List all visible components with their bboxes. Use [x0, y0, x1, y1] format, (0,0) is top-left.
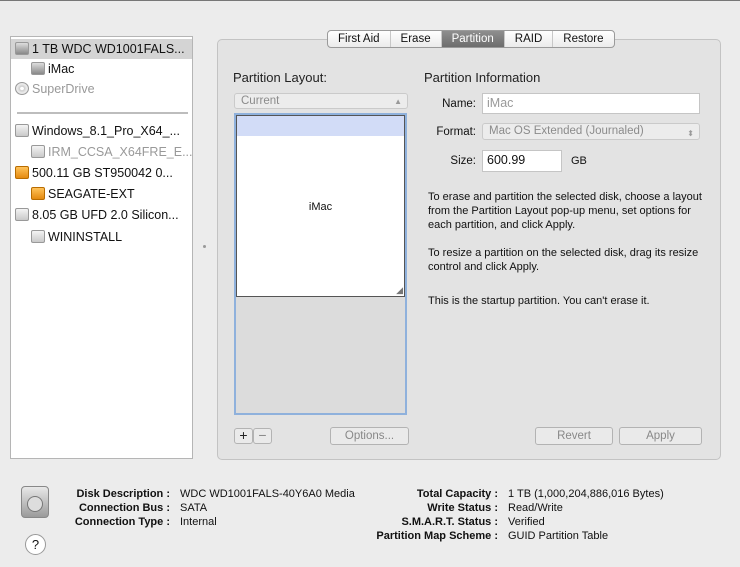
item-label: 500.11 GB ST950042 0...: [32, 166, 173, 180]
item-label: iMac: [48, 62, 75, 76]
detail-value: SATA: [180, 502, 208, 514]
remove-partition-button[interactable]: −: [253, 428, 272, 444]
apply-button[interactable]: Apply: [619, 427, 702, 445]
name-label: Name:: [442, 98, 476, 110]
volume-item[interactable]: IRM_CCSA_X64FRE_E...: [11, 142, 192, 162]
hard-disk-icon: [15, 42, 29, 55]
item-label: SuperDrive: [32, 82, 95, 96]
split-handle[interactable]: [203, 245, 206, 248]
tab-erase[interactable]: Erase: [389, 31, 441, 47]
resize-handle-icon[interactable]: ◢: [396, 286, 403, 295]
item-label: IRM_CCSA_X64FRE_E...: [48, 145, 192, 159]
disk-item[interactable]: SuperDrive: [11, 79, 192, 99]
partition-selection-band: [237, 116, 404, 136]
disk-item[interactable]: Windows_8.1_Pro_X64_...: [11, 121, 192, 141]
detail-key: Connection Bus :: [78, 502, 170, 514]
tab-bar: First Aid Erase Partition RAID Restore: [327, 30, 615, 48]
detail-key: Write Status :: [427, 502, 498, 514]
detail-value: Verified: [508, 516, 545, 528]
partition-map[interactable]: iMac ◢: [234, 113, 407, 415]
disk-image-icon: [15, 124, 29, 137]
detail-value: WDC WD1001FALS-40Y6A0 Media: [180, 488, 355, 500]
detail-key: Partition Map Scheme :: [376, 530, 498, 542]
options-button[interactable]: Options...: [330, 427, 409, 445]
usb-disk-icon: [15, 208, 29, 221]
size-field[interactable]: 600.99: [482, 150, 562, 172]
disk-item[interactable]: 500.11 GB ST950042 0...: [11, 163, 192, 183]
layout-popup[interactable]: Current ▲: [234, 93, 408, 109]
disk-list[interactable]: 1 TB WDC WD1001FALS... iMac SuperDrive W…: [10, 36, 193, 459]
updown-arrows-icon: ▲: [394, 97, 402, 106]
item-label: WININSTALL: [48, 230, 123, 244]
tab-restore[interactable]: Restore: [552, 31, 613, 47]
tab-partition[interactable]: Partition: [440, 31, 504, 47]
partition-info-heading: Partition Information: [424, 70, 541, 85]
detail-key: Connection Type :: [74, 516, 170, 528]
disk-item[interactable]: 1 TB WDC WD1001FALS...: [11, 39, 192, 59]
volume-item[interactable]: iMac: [11, 59, 192, 79]
divider: [17, 112, 188, 114]
layout-popup-value: Current: [241, 95, 280, 107]
revert-button[interactable]: Revert: [535, 427, 613, 445]
optical-drive-icon: [15, 82, 29, 95]
details-right-keys: Total Capacity : Write Status : S.M.A.R.…: [340, 487, 498, 543]
instructions-text: To erase and partition the selected disk…: [428, 191, 702, 231]
tab-raid[interactable]: RAID: [503, 31, 552, 47]
volume-item[interactable]: WININSTALL: [11, 227, 192, 247]
external-volume-icon: [31, 187, 45, 200]
volume-icon: [31, 230, 45, 243]
updown-arrows-icon: ⬍: [687, 129, 694, 138]
details-left-keys: Disk Description : Connection Bus : Conn…: [40, 487, 170, 529]
volume-icon: [31, 62, 45, 75]
format-popup-value: Mac OS Extended (Journaled): [489, 125, 644, 137]
item-label: SEAGATE-EXT: [48, 187, 135, 201]
details-right-values: 1 TB (1,000,204,886,016 Bytes) Read/Writ…: [508, 487, 664, 543]
startup-note: This is the startup partition. You can't…: [428, 295, 650, 307]
detail-value: Internal: [180, 516, 217, 528]
detail-key: Total Capacity :: [416, 488, 498, 500]
help-button[interactable]: ?: [25, 534, 46, 555]
details-left-values: WDC WD1001FALS-40Y6A0 Media SATA Interna…: [180, 487, 355, 529]
partition-imac[interactable]: iMac ◢: [236, 115, 405, 297]
partition-layout-heading: Partition Layout:: [233, 70, 327, 85]
size-unit: GB: [571, 155, 587, 167]
detail-value: Read/Write: [508, 502, 563, 514]
name-field[interactable]: iMac: [482, 93, 700, 114]
external-disk-icon: [15, 166, 29, 179]
disk-item[interactable]: 8.05 GB UFD 2.0 Silicon...: [11, 205, 192, 225]
add-partition-button[interactable]: +: [234, 428, 253, 444]
detail-key: Disk Description :: [76, 488, 170, 500]
detail-key: S.M.A.R.T. Status :: [401, 516, 498, 528]
item-label: Windows_8.1_Pro_X64_...: [32, 124, 181, 138]
resize-instructions-text: To resize a partition on the selected di…: [428, 247, 699, 273]
size-label: Size:: [450, 155, 476, 167]
partition-label: iMac: [308, 201, 333, 213]
tab-first-aid[interactable]: First Aid: [328, 31, 390, 47]
item-label: 8.05 GB UFD 2.0 Silicon...: [32, 208, 179, 222]
detail-value: GUID Partition Table: [508, 530, 609, 542]
volume-item[interactable]: SEAGATE-EXT: [11, 184, 192, 204]
detail-value: 1 TB (1,000,204,886,016 Bytes): [508, 488, 664, 500]
item-label: 1 TB WDC WD1001FALS...: [32, 42, 185, 56]
format-popup[interactable]: Mac OS Extended (Journaled) ⬍: [482, 123, 700, 140]
format-label: Format:: [436, 126, 476, 138]
volume-icon: [31, 145, 45, 158]
